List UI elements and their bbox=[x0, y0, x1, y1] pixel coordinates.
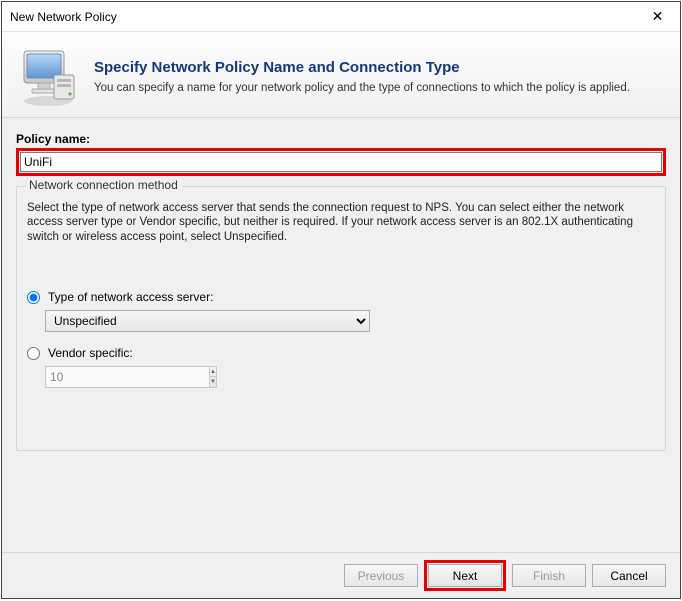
header-text-block: Specify Network Policy Name and Connecti… bbox=[94, 59, 666, 94]
next-button-highlight: Next bbox=[424, 560, 506, 591]
policy-name-input[interactable] bbox=[20, 152, 662, 172]
wizard-window: New Network Policy ✕ bbox=[1, 1, 681, 599]
previous-button: Previous bbox=[344, 564, 418, 587]
monitor-server-icon bbox=[16, 45, 80, 109]
policy-name-highlight bbox=[16, 148, 666, 176]
group-legend: Network connection method bbox=[25, 178, 182, 192]
policy-name-label: Policy name: bbox=[16, 132, 666, 146]
close-button[interactable]: ✕ bbox=[635, 2, 680, 32]
nas-type-select[interactable]: Unspecified bbox=[45, 310, 370, 332]
spinner-down-icon: ▼ bbox=[210, 377, 216, 387]
group-description: Select the type of network access server… bbox=[27, 201, 655, 244]
close-icon: ✕ bbox=[652, 8, 664, 25]
wizard-subtext: You can specify a name for your network … bbox=[94, 82, 666, 94]
window-title: New Network Policy bbox=[10, 10, 635, 24]
radio-nas-type[interactable] bbox=[27, 291, 40, 304]
connection-method-group: Network connection method Select the typ… bbox=[16, 186, 666, 451]
radio-nas-type-label: Type of network access server: bbox=[48, 290, 213, 304]
wizard-heading: Specify Network Policy Name and Connecti… bbox=[94, 59, 666, 76]
wizard-header: Specify Network Policy Name and Connecti… bbox=[2, 32, 680, 118]
finish-button: Finish bbox=[512, 564, 586, 587]
radio-vendor-label: Vendor specific: bbox=[48, 346, 133, 360]
radio-row-nas-type[interactable]: Type of network access server: bbox=[27, 290, 655, 304]
wizard-footer: Previous Next Finish Cancel bbox=[2, 552, 680, 598]
vendor-id-input bbox=[45, 366, 209, 388]
radio-row-vendor[interactable]: Vendor specific: bbox=[27, 346, 655, 360]
spinner-up-icon: ▲ bbox=[210, 367, 216, 377]
vendor-id-spinner: ▲ ▼ bbox=[45, 366, 101, 388]
wizard-body: Policy name: Network connection method S… bbox=[2, 118, 680, 552]
spinner-buttons: ▲ ▼ bbox=[209, 366, 217, 388]
cancel-button[interactable]: Cancel bbox=[592, 564, 666, 587]
next-button[interactable]: Next bbox=[428, 564, 502, 587]
titlebar: New Network Policy ✕ bbox=[2, 2, 680, 32]
radio-vendor-specific[interactable] bbox=[27, 347, 40, 360]
